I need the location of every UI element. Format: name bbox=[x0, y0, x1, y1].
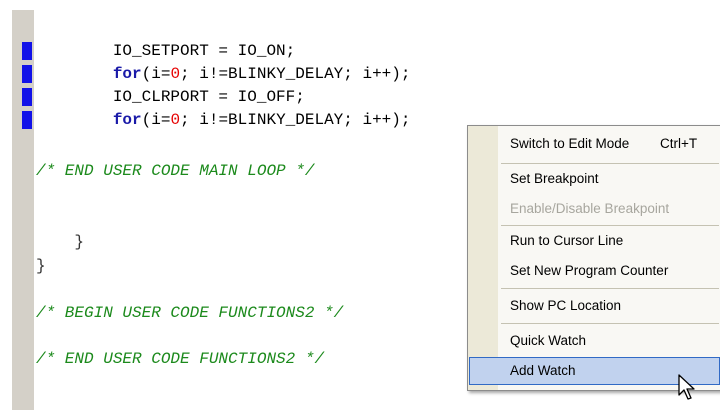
menu-item-quick-watch[interactable]: Quick Watch bbox=[469, 327, 720, 355]
code-line: for(i=0; i!=BLINKY_DELAY; i++); bbox=[112, 65, 411, 83]
menu-item-shortcut: Ctrl+T bbox=[660, 136, 698, 151]
closing-brace: } bbox=[36, 257, 46, 275]
number-literal: 0 bbox=[170, 65, 181, 83]
breakpoint-marker[interactable] bbox=[22, 42, 32, 60]
keyword: for bbox=[112, 111, 142, 129]
breakpoint-marker[interactable] bbox=[22, 111, 32, 129]
menu-item-label: Quick Watch bbox=[510, 333, 587, 348]
comment-line: /* BEGIN USER CODE FUNCTIONS2 */ bbox=[36, 304, 344, 322]
menu-item-switch-to-edit-mode[interactable]: Switch to Edit Mode Ctrl+T bbox=[469, 130, 720, 158]
code-line: for(i=0; i!=BLINKY_DELAY; i++); bbox=[112, 111, 411, 129]
code-line: IO_CLRPORT = IO_OFF; bbox=[112, 88, 305, 106]
menu-separator bbox=[501, 323, 719, 324]
code-line: IO_SETPORT = IO_ON; bbox=[112, 42, 296, 60]
menu-item-label: Set Breakpoint bbox=[510, 171, 599, 186]
menu-item-label: Set New Program Counter bbox=[510, 263, 669, 278]
menu-separator bbox=[501, 225, 719, 226]
menu-item-set-breakpoint[interactable]: Set Breakpoint bbox=[469, 165, 720, 193]
comment-line: /* END USER CODE FUNCTIONS2 */ bbox=[36, 350, 325, 368]
keyword: for bbox=[112, 65, 142, 83]
menu-item-enable-disable-breakpoint: Enable/Disable Breakpoint bbox=[469, 195, 720, 223]
menu-item-label: Enable/Disable Breakpoint bbox=[510, 201, 670, 216]
context-menu: Switch to Edit Mode Ctrl+T Set Breakpoin… bbox=[467, 125, 720, 391]
menu-item-set-new-program-counter[interactable]: Set New Program Counter bbox=[469, 257, 720, 285]
menu-item-label: Switch to Edit Mode bbox=[510, 136, 630, 151]
menu-item-label: Run to Cursor Line bbox=[510, 233, 624, 248]
menu-item-run-to-cursor-line[interactable]: Run to Cursor Line bbox=[469, 227, 720, 255]
menu-separator bbox=[501, 163, 719, 164]
closing-brace: } bbox=[36, 233, 85, 251]
menu-separator bbox=[501, 288, 719, 289]
number-literal: 0 bbox=[170, 111, 181, 129]
menu-item-show-pc-location[interactable]: Show PC Location bbox=[469, 292, 720, 320]
mouse-pointer-icon bbox=[678, 374, 695, 400]
breakpoint-marker[interactable] bbox=[22, 65, 32, 83]
menu-item-label: Show PC Location bbox=[510, 298, 622, 313]
menu-item-label: Add Watch bbox=[510, 363, 576, 378]
comment-line: /* END USER CODE MAIN LOOP */ bbox=[36, 162, 315, 180]
breakpoint-marker[interactable] bbox=[22, 88, 32, 106]
